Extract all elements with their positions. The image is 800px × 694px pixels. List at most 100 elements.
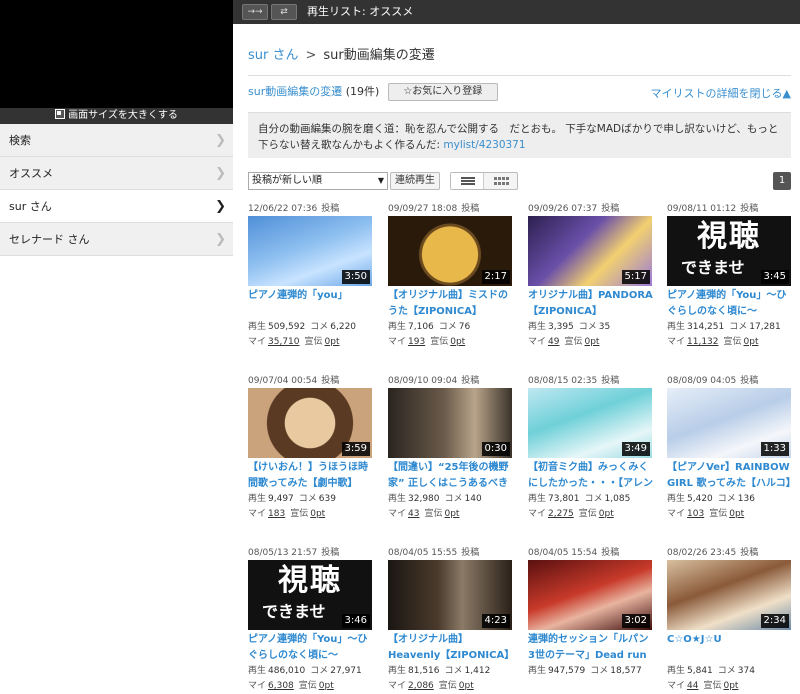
video-card: 08/04/05 15:55 投稿 4:23 【オリジナル曲】Heavenly【ZIP… xyxy=(388,546,514,694)
continuous-play-button[interactable]: 連続再生 xyxy=(390,172,440,190)
video-thumbnail[interactable]: 視聴 できませ 3:45 xyxy=(667,216,791,286)
mylists-count-link[interactable]: 35,710 xyxy=(268,337,300,347)
video-title-link[interactable]: ピアノ連弾的「you」 xyxy=(248,288,374,320)
shuffle-button[interactable]: ⇄ xyxy=(271,4,297,20)
mylists-count-link[interactable]: 183 xyxy=(268,509,285,519)
comments-count: 140 xyxy=(464,494,482,504)
comments-label: コメ xyxy=(444,666,463,676)
video-title-link[interactable]: 【けいおん！】うほうほ時間歌ってみた【劇中歌】 xyxy=(248,460,374,492)
video-title-link[interactable]: C☆O★J☆U xyxy=(667,632,793,664)
video-thumbnail[interactable]: 3:49 xyxy=(528,388,652,458)
video-title-link[interactable]: 【ピアノVer】RAINBOW GIRL 歌ってみた【ハルコ】 xyxy=(667,460,793,492)
enlarge-screen-button[interactable]: 画面サイズを大きくする xyxy=(0,108,233,124)
page-number-button[interactable]: 1 xyxy=(773,172,791,190)
ads-label: 宣伝 xyxy=(298,681,317,691)
video-title-link[interactable]: ピアノ連弾的「You」～ひぐらしのなく頃に～ xyxy=(248,632,374,664)
view-toggle xyxy=(450,172,518,190)
video-title-link[interactable]: オリジナル曲】PANDORA【ZIPONICA】 xyxy=(528,288,654,320)
nav-item[interactable]: セレナード さん ❯ xyxy=(0,223,233,256)
post-date-value: 08/04/05 15:54 xyxy=(528,548,598,558)
breadcrumb-user-link[interactable]: sur さん xyxy=(248,48,299,63)
mylists-label: マイ xyxy=(248,509,267,519)
video-thumbnail[interactable]: 2:17 xyxy=(388,216,512,286)
mylists-label: マイ xyxy=(667,681,686,691)
video-thumbnail[interactable]: 3:59 xyxy=(248,388,372,458)
video-title-link[interactable]: 【オリジナル曲】Heavenly【ZIPONICA】 xyxy=(388,632,514,664)
video-card: 08/04/05 15:54 投稿 3:02 連弾的セッション「ルパン3世のテーマ」D… xyxy=(528,546,654,694)
ads-label: 宣伝 xyxy=(703,681,722,691)
playlist-nav: 検索 ❯ オススメ ❯ sur さん ❯ セレナード さん ❯ xyxy=(0,124,233,256)
post-label: 投稿 xyxy=(461,204,480,214)
ads-points-link[interactable]: 0pt xyxy=(459,681,474,691)
post-date: 08/08/15 02:35 投稿 xyxy=(528,374,654,388)
mylists-label: マイ xyxy=(248,337,267,347)
post-label: 投稿 xyxy=(461,376,480,386)
video-title-link[interactable]: 【初音ミク曲】みっくみくにしたかった・・・【アレンジMAD付き】 xyxy=(528,460,654,492)
ads-points-link[interactable]: 0pt xyxy=(584,337,599,347)
mylists-count-link[interactable]: 49 xyxy=(548,337,559,347)
mylists-count-link[interactable]: 2,275 xyxy=(548,509,574,519)
mylists-count-link[interactable]: 193 xyxy=(408,337,425,347)
playback-flow-button[interactable]: →→ xyxy=(242,4,268,20)
grid-view-button[interactable] xyxy=(485,173,518,189)
divider xyxy=(248,75,791,76)
ads-points-link[interactable]: 0pt xyxy=(325,337,340,347)
video-thumbnail[interactable]: 3:50 xyxy=(248,216,372,286)
sort-select[interactable]: 投稿が新しい順 ▼ xyxy=(248,172,388,190)
mylists-count-link[interactable]: 43 xyxy=(408,509,419,519)
mylists-count-link[interactable]: 103 xyxy=(687,509,704,519)
video-title-link[interactable]: 連弾的セッション「ルパン3世のテーマ」Dead run ver. xyxy=(528,632,654,664)
views-label: 再生 xyxy=(667,666,686,676)
comments-label: コメ xyxy=(590,666,609,676)
close-details-link[interactable]: マイリストの詳細を閉じる▲ xyxy=(651,85,791,101)
video-title-link[interactable]: ピアノ連弾的「You」～ひぐらしのなく頃に～ xyxy=(667,288,793,320)
video-thumbnail[interactable]: 0:30 xyxy=(388,388,512,458)
views-count: 9,497 xyxy=(268,494,294,504)
video-card: 09/09/27 18:08 投稿 2:17 【オリジナル曲】ミスドのうた【ZIPON… xyxy=(388,202,514,362)
comments-label: コメ xyxy=(438,322,457,332)
video-stats-row: マイ 2,086 宣伝 0pt xyxy=(388,679,514,694)
mylists-count-link[interactable]: 44 xyxy=(687,681,698,691)
ads-points-link[interactable]: 0pt xyxy=(744,337,759,347)
comments-label: コメ xyxy=(717,666,736,676)
mylists-label: マイ xyxy=(388,681,407,691)
video-title-link[interactable]: 【オリジナル曲】ミスドのうた【ZIPONICA】 xyxy=(388,288,514,320)
ads-label: 宣伝 xyxy=(564,337,583,347)
video-stats-row: 再生 7,106 コメ 76 xyxy=(388,320,514,335)
ads-points-link[interactable]: 0pt xyxy=(599,509,614,519)
video-duration: 3:45 xyxy=(760,270,789,284)
video-thumbnail[interactable]: 5:17 xyxy=(528,216,652,286)
ads-points-link[interactable]: 0pt xyxy=(723,681,738,691)
video-thumbnail[interactable]: 1:33 xyxy=(667,388,791,458)
video-stats-row: マイ 43 宣伝 0pt xyxy=(388,507,514,522)
mylists-count-link[interactable]: 2,086 xyxy=(408,681,434,691)
comments-count: 6,220 xyxy=(330,322,357,332)
nav-item[interactable]: sur さん ❯ xyxy=(0,190,233,223)
mylist-link[interactable]: mylist/4230371 xyxy=(443,139,525,151)
breadcrumb: sur さん > sur動画編集の変遷 xyxy=(248,44,435,63)
nav-item-label: 検索 xyxy=(9,134,31,147)
video-thumbnail[interactable]: 2:34 xyxy=(667,560,791,630)
ads-points-link[interactable]: 0pt xyxy=(729,509,744,519)
video-thumbnail[interactable]: 3:02 xyxy=(528,560,652,630)
list-view-button[interactable] xyxy=(451,173,484,189)
mylist-name-link[interactable]: sur動画編集の変遷 xyxy=(248,85,342,98)
video-thumbnail[interactable]: 視聴 できませ 3:46 xyxy=(248,560,372,630)
mylists-count-link[interactable]: 11,132 xyxy=(687,337,719,347)
video-duration: 3:02 xyxy=(621,614,650,628)
comments-count: 76 xyxy=(458,322,471,332)
ads-points-link[interactable]: 0pt xyxy=(444,509,459,519)
ads-points-link[interactable]: 0pt xyxy=(310,509,325,519)
video-duration: 2:17 xyxy=(481,270,510,284)
video-stats-row: 再生 32,980 コメ 140 xyxy=(388,492,514,507)
nav-item[interactable]: 検索 ❯ xyxy=(0,124,233,157)
add-favorite-button[interactable]: ☆お気に入り登録 xyxy=(387,83,498,101)
mylists-count-link[interactable]: 6,308 xyxy=(268,681,294,691)
video-thumbnail[interactable]: 4:23 xyxy=(388,560,512,630)
nav-item[interactable]: オススメ ❯ xyxy=(0,157,233,190)
post-label: 投稿 xyxy=(321,376,340,386)
ads-points-link[interactable]: 0pt xyxy=(319,681,334,691)
video-player[interactable] xyxy=(0,0,233,124)
video-title-link[interactable]: 【間違い】“25年後の機野家” 正しくはこうあるべきだ！ 【直し】 xyxy=(388,460,514,492)
ads-points-link[interactable]: 0pt xyxy=(450,337,465,347)
